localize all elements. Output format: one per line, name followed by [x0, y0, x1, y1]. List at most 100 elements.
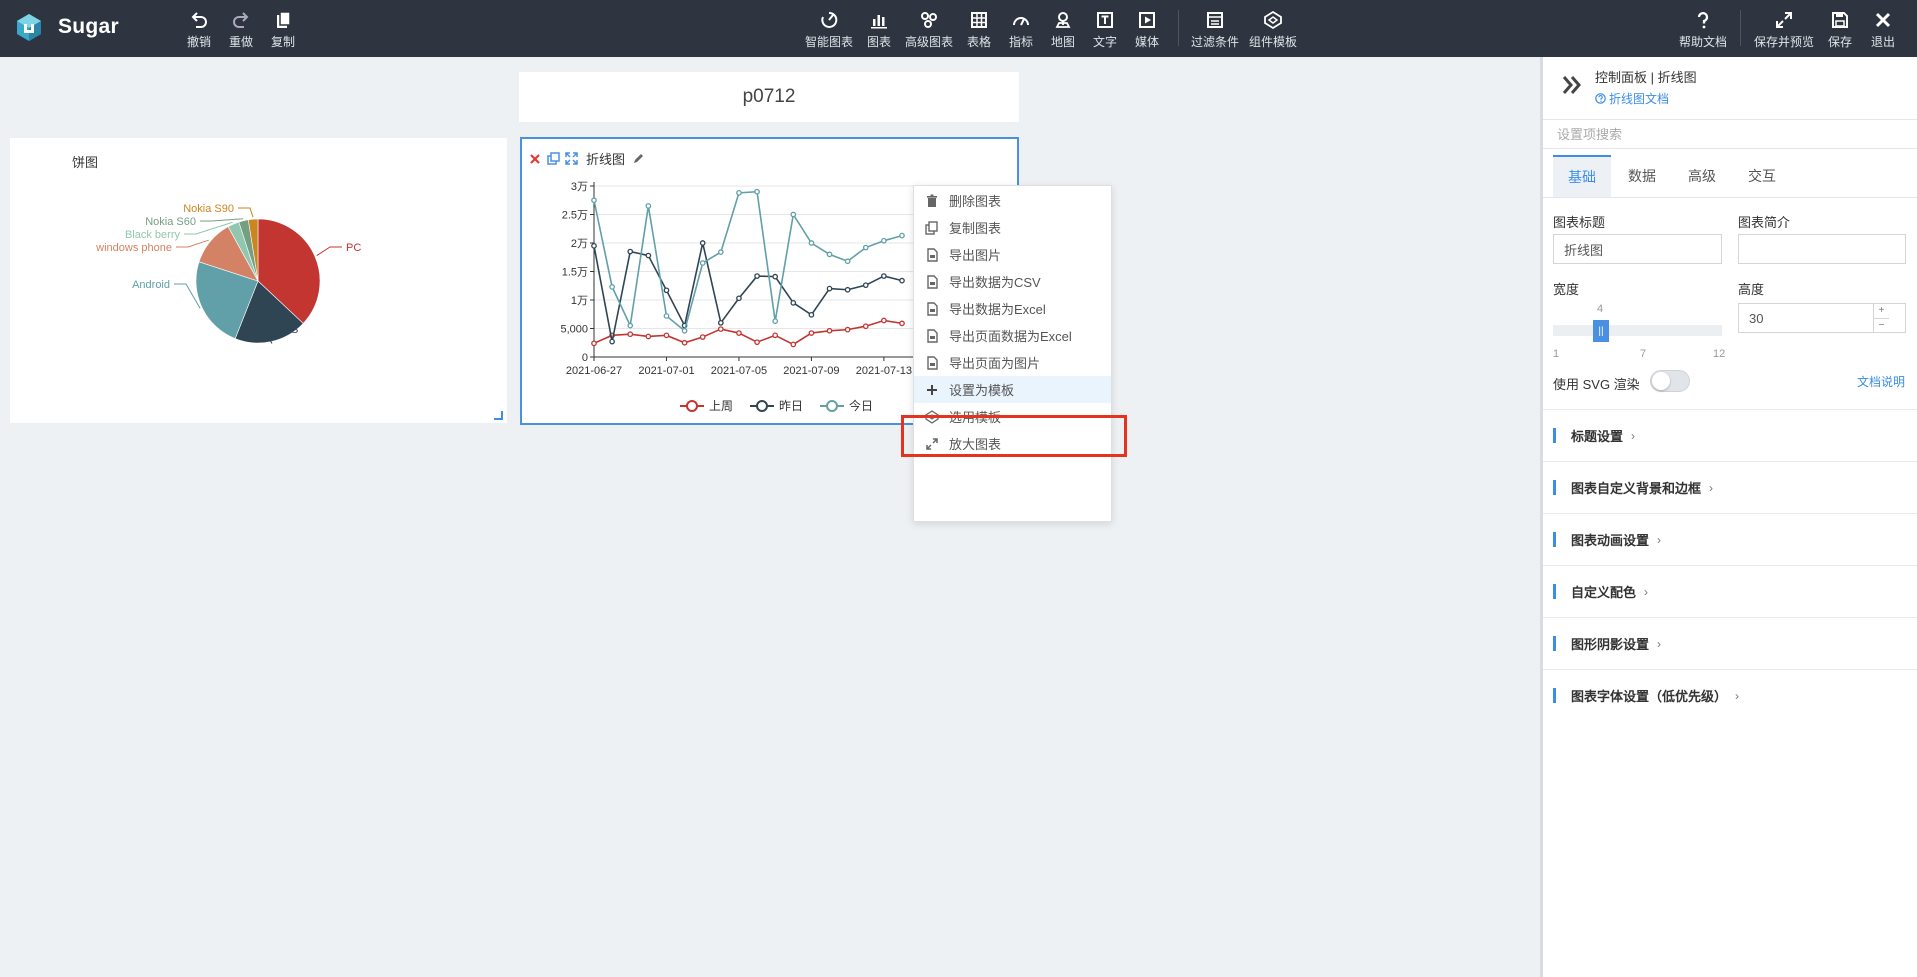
table-button[interactable]: 表格 [967, 10, 991, 50]
section-background-border[interactable]: 图表自定义背景和边框 › [1543, 461, 1917, 513]
delete-chart-menu-item[interactable]: 删除图表 [914, 187, 1111, 214]
smart-chart-button[interactable]: 智能图表 [805, 10, 853, 50]
series-point [717, 326, 724, 332]
toolbar-divider [1740, 10, 1741, 46]
series-point [862, 282, 869, 289]
component-template-button[interactable]: 组件模板 [1249, 10, 1297, 50]
export-page-image-menu-item[interactable]: 导出页面为图片 [914, 349, 1111, 376]
section-label: 标题设置 [1571, 429, 1624, 444]
chart-desc-label: 图表简介 [1738, 215, 1791, 230]
filter-button[interactable]: 过滤条件 [1191, 10, 1239, 50]
stepper-down-icon[interactable]: − [1874, 317, 1889, 334]
export-excel-menu-item[interactable]: 导出数据为Excel [914, 295, 1111, 322]
svg-render-toggle[interactable] [1650, 370, 1690, 392]
chevron-right-icon: › [1631, 428, 1636, 443]
stepper-up-icon[interactable]: + [1874, 303, 1889, 318]
text-button[interactable]: 文字 [1093, 10, 1117, 50]
series-point [754, 339, 760, 346]
toolbar-divider [1178, 10, 1179, 46]
editor-canvas[interactable]: p0712 饼图 PC iOS Android windows phone Black … [0, 57, 1540, 977]
copy-icon [277, 11, 291, 28]
chart-desc-input[interactable] [1738, 234, 1906, 264]
width-slider-value: 4 [1597, 303, 1604, 315]
menu-item-label: 选用模板 [949, 410, 1002, 425]
section-animation[interactable]: 图表动画设置 › [1543, 513, 1917, 565]
width-slider-handle[interactable]: || [1593, 320, 1609, 342]
export-csv-menu-item[interactable]: 导出数据为CSV [914, 268, 1111, 295]
tab-basic[interactable]: 基础 [1553, 155, 1611, 197]
series-point [627, 248, 634, 255]
section-label: 图形阴影设置 [1571, 637, 1650, 652]
pie-slice-label: Black berry [125, 229, 181, 241]
series-point [899, 232, 905, 239]
panel-tabs: 基础 数据 高级 交互 [1553, 155, 1793, 197]
settings-search-input[interactable] [1557, 126, 1917, 142]
page-title-card[interactable]: p0712 [519, 72, 1019, 122]
chart-doc-link[interactable]: 折线图文档 [1595, 90, 1697, 107]
tab-interaction[interactable]: 交互 [1733, 155, 1791, 197]
svg-render-label: 使用 SVG 渲染 [1553, 377, 1640, 392]
map-label: 地图 [1051, 35, 1076, 49]
map-button[interactable]: 地图 [1051, 10, 1075, 50]
series-point [663, 287, 670, 294]
series-point [826, 327, 833, 334]
redo-label: 重做 [229, 35, 254, 49]
tab-data[interactable]: 数据 [1613, 155, 1671, 197]
chart-button[interactable]: 图表 [867, 10, 891, 50]
section-custom-colors[interactable]: 自定义配色 › [1543, 565, 1917, 617]
help-button[interactable]: 帮助文档 [1679, 10, 1727, 50]
resize-handle[interactable] [494, 411, 503, 420]
y-tick-label: 2万 [571, 238, 588, 250]
section-font-settings[interactable]: 图表字体设置（低优先级） › [1543, 669, 1917, 721]
trash-icon [914, 194, 949, 208]
series-point [699, 334, 706, 340]
save-icon [1832, 12, 1848, 28]
chart-title-input[interactable]: 折线图 [1553, 234, 1722, 264]
width-slider-track[interactable] [1553, 325, 1722, 336]
copy-chart-menu-item[interactable]: 复制图表 [914, 214, 1111, 241]
collapse-panel-icon[interactable] [1561, 74, 1583, 96]
file-image-icon [914, 247, 949, 262]
copy-button[interactable]: 复制 [271, 10, 295, 50]
y-tick-label: 1万 [571, 295, 588, 307]
height-stepper[interactable]: + − [1873, 303, 1889, 333]
control-panel: 控制面板 | 折线图 折线图文档 基础 数据 高级 交互 图表标题 折线图 图表… [1540, 57, 1917, 977]
use-template-menu-item[interactable]: 选用模板 [914, 403, 1111, 430]
export-image-menu-item[interactable]: 导出图片 [914, 241, 1111, 268]
save-button[interactable]: 保存 [1828, 10, 1852, 50]
series-point [754, 188, 760, 195]
undo-button[interactable]: 撤销 [187, 10, 211, 50]
chevron-right-icon: › [1657, 636, 1662, 651]
set-as-template-menu-item[interactable]: 设置为模板 [914, 376, 1111, 403]
series-point [826, 251, 833, 258]
x-tick-label: 2021-07-13 [856, 365, 912, 377]
tab-advanced[interactable]: 高级 [1673, 155, 1731, 197]
file-excel-icon [914, 301, 949, 316]
indicator-button[interactable]: 指标 [1009, 10, 1033, 50]
section-shadow[interactable]: 图形阴影设置 › [1543, 617, 1917, 669]
menu-item-label: 导出页面数据为Excel [949, 329, 1072, 344]
sugar-logo-icon [17, 14, 41, 41]
component-template-label: 组件模板 [1249, 35, 1298, 49]
doc-explain-link[interactable]: 文档说明 [1857, 373, 1905, 390]
series-point [862, 323, 869, 330]
series-point [591, 197, 597, 204]
save-preview-button[interactable]: 保存并预览 [1754, 10, 1814, 50]
redo-button[interactable]: 重做 [229, 10, 253, 50]
zoom-chart-menu-item[interactable]: 放大图表 [914, 430, 1111, 457]
settings-search[interactable] [1543, 119, 1917, 149]
pie-slice-label: PC [346, 242, 361, 254]
exit-button[interactable]: 退出 [1871, 10, 1895, 50]
legend-marker [826, 400, 838, 412]
advanced-chart-button[interactable]: 高级图表 [905, 10, 953, 50]
chart-context-menu: 删除图表 复制图表 导出图片 导出数据为CSV 导出数据为Excel 导出页面数据为Exc… [913, 185, 1112, 522]
pie-chart-card[interactable]: 饼图 PC iOS Android windows phone Black berry N… [10, 138, 507, 423]
chart-title-label: 图表标题 [1553, 215, 1606, 230]
legend-marker [686, 400, 698, 412]
section-title-settings[interactable]: 标题设置 › [1543, 409, 1917, 461]
table-icon [971, 12, 987, 28]
media-button[interactable]: 媒体 [1135, 10, 1159, 50]
export-page-excel-menu-item[interactable]: 导出页面数据为Excel [914, 322, 1111, 349]
pie-label-line [238, 207, 254, 218]
redo-icon [233, 12, 249, 28]
